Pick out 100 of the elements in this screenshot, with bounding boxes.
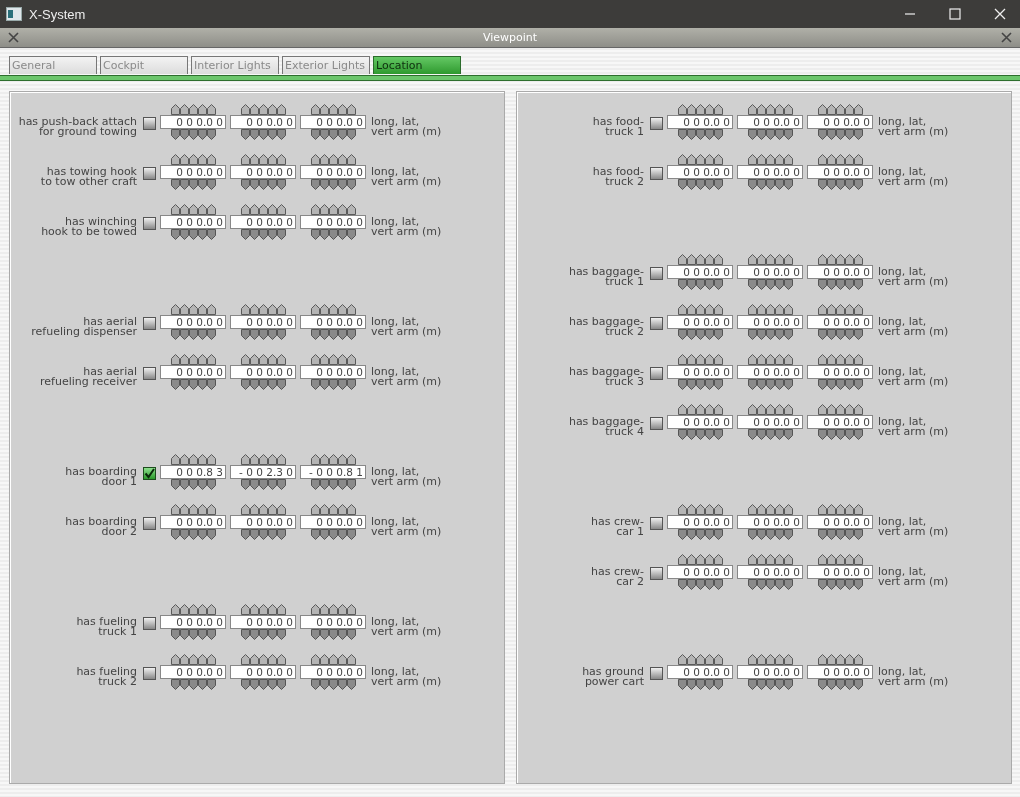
decrement-arrow[interactable]: [713, 179, 723, 190]
increment-arrow[interactable]: [240, 354, 250, 365]
increment-arrow[interactable]: [188, 604, 198, 615]
decrement-arrow[interactable]: [695, 379, 705, 390]
increment-arrow[interactable]: [240, 204, 250, 215]
decrement-arrow[interactable]: [170, 479, 180, 490]
decrement-arrow[interactable]: [346, 379, 356, 390]
decrement-arrow[interactable]: [835, 429, 845, 440]
number-field[interactable]: 0 0 0.0 0: [230, 215, 296, 229]
increment-arrow[interactable]: [677, 654, 687, 665]
increment-arrow[interactable]: [704, 354, 714, 365]
increment-arrow[interactable]: [258, 204, 268, 215]
increment-arrow[interactable]: [747, 554, 757, 565]
decrement-arrow[interactable]: [835, 379, 845, 390]
decrement-arrow[interactable]: [179, 229, 189, 240]
increment-arrow[interactable]: [346, 154, 356, 165]
increment-arrow[interactable]: [704, 254, 714, 265]
increment-arrow[interactable]: [188, 504, 198, 515]
checkbox[interactable]: [650, 517, 663, 530]
increment-arrow[interactable]: [783, 304, 793, 315]
increment-arrow[interactable]: [328, 504, 338, 515]
increment-arrow[interactable]: [179, 604, 189, 615]
decrement-arrow[interactable]: [817, 129, 827, 140]
decrement-arrow[interactable]: [713, 429, 723, 440]
decrement-arrow[interactable]: [783, 679, 793, 690]
increment-arrow[interactable]: [747, 654, 757, 665]
increment-arrow[interactable]: [276, 504, 286, 515]
decrement-arrow[interactable]: [240, 229, 250, 240]
increment-arrow[interactable]: [249, 154, 259, 165]
increment-arrow[interactable]: [695, 104, 705, 115]
increment-arrow[interactable]: [346, 354, 356, 365]
decrement-arrow[interactable]: [686, 579, 696, 590]
decrement-arrow[interactable]: [704, 679, 714, 690]
decrement-arrow[interactable]: [756, 529, 766, 540]
decrement-arrow[interactable]: [686, 279, 696, 290]
increment-arrow[interactable]: [337, 604, 347, 615]
decrement-arrow[interactable]: [337, 679, 347, 690]
number-field[interactable]: 0 0 0.0 0: [807, 315, 873, 329]
increment-arrow[interactable]: [686, 154, 696, 165]
decrement-arrow[interactable]: [310, 229, 320, 240]
increment-arrow[interactable]: [346, 654, 356, 665]
decrement-arrow[interactable]: [179, 479, 189, 490]
decrement-arrow[interactable]: [267, 179, 277, 190]
increment-arrow[interactable]: [249, 354, 259, 365]
increment-arrow[interactable]: [704, 404, 714, 415]
checkbox[interactable]: [143, 367, 156, 380]
increment-arrow[interactable]: [310, 204, 320, 215]
number-field[interactable]: 0 0 0.0 0: [160, 315, 226, 329]
number-field[interactable]: 0 0 0.0 0: [230, 165, 296, 179]
increment-arrow[interactable]: [197, 454, 207, 465]
increment-arrow[interactable]: [713, 154, 723, 165]
decrement-arrow[interactable]: [188, 229, 198, 240]
decrement-arrow[interactable]: [179, 629, 189, 640]
decrement-arrow[interactable]: [765, 329, 775, 340]
increment-arrow[interactable]: [310, 604, 320, 615]
increment-arrow[interactable]: [188, 454, 198, 465]
increment-arrow[interactable]: [686, 304, 696, 315]
increment-arrow[interactable]: [249, 454, 259, 465]
increment-arrow[interactable]: [319, 654, 329, 665]
increment-arrow[interactable]: [686, 354, 696, 365]
increment-arrow[interactable]: [774, 154, 784, 165]
decrement-arrow[interactable]: [774, 429, 784, 440]
decrement-arrow[interactable]: [695, 279, 705, 290]
increment-arrow[interactable]: [188, 654, 198, 665]
increment-arrow[interactable]: [319, 154, 329, 165]
number-field[interactable]: 0 0 0.0 0: [300, 365, 366, 379]
decrement-arrow[interactable]: [197, 629, 207, 640]
decrement-arrow[interactable]: [206, 229, 216, 240]
number-field[interactable]: 0 0 0.0 0: [667, 165, 733, 179]
decrement-arrow[interactable]: [276, 679, 286, 690]
decrement-arrow[interactable]: [747, 279, 757, 290]
increment-arrow[interactable]: [713, 504, 723, 515]
increment-arrow[interactable]: [835, 154, 845, 165]
decrement-arrow[interactable]: [276, 629, 286, 640]
increment-arrow[interactable]: [310, 104, 320, 115]
decrement-arrow[interactable]: [844, 579, 854, 590]
increment-arrow[interactable]: [774, 654, 784, 665]
increment-arrow[interactable]: [188, 304, 198, 315]
number-field[interactable]: 0 0 0.0 0: [160, 215, 226, 229]
decrement-arrow[interactable]: [774, 329, 784, 340]
increment-arrow[interactable]: [826, 554, 836, 565]
increment-arrow[interactable]: [774, 304, 784, 315]
increment-arrow[interactable]: [319, 104, 329, 115]
increment-arrow[interactable]: [765, 354, 775, 365]
decrement-arrow[interactable]: [240, 379, 250, 390]
increment-arrow[interactable]: [817, 304, 827, 315]
decrement-arrow[interactable]: [267, 129, 277, 140]
number-field[interactable]: 0 0 0.0 0: [737, 665, 803, 679]
decrement-arrow[interactable]: [783, 579, 793, 590]
increment-arrow[interactable]: [844, 404, 854, 415]
increment-arrow[interactable]: [310, 154, 320, 165]
decrement-arrow[interactable]: [677, 179, 687, 190]
increment-arrow[interactable]: [319, 504, 329, 515]
number-field[interactable]: 0 0 0.8 3: [160, 465, 226, 479]
decrement-arrow[interactable]: [765, 679, 775, 690]
increment-arrow[interactable]: [686, 404, 696, 415]
increment-arrow[interactable]: [328, 304, 338, 315]
decrement-arrow[interactable]: [206, 179, 216, 190]
increment-arrow[interactable]: [206, 504, 216, 515]
increment-arrow[interactable]: [188, 104, 198, 115]
